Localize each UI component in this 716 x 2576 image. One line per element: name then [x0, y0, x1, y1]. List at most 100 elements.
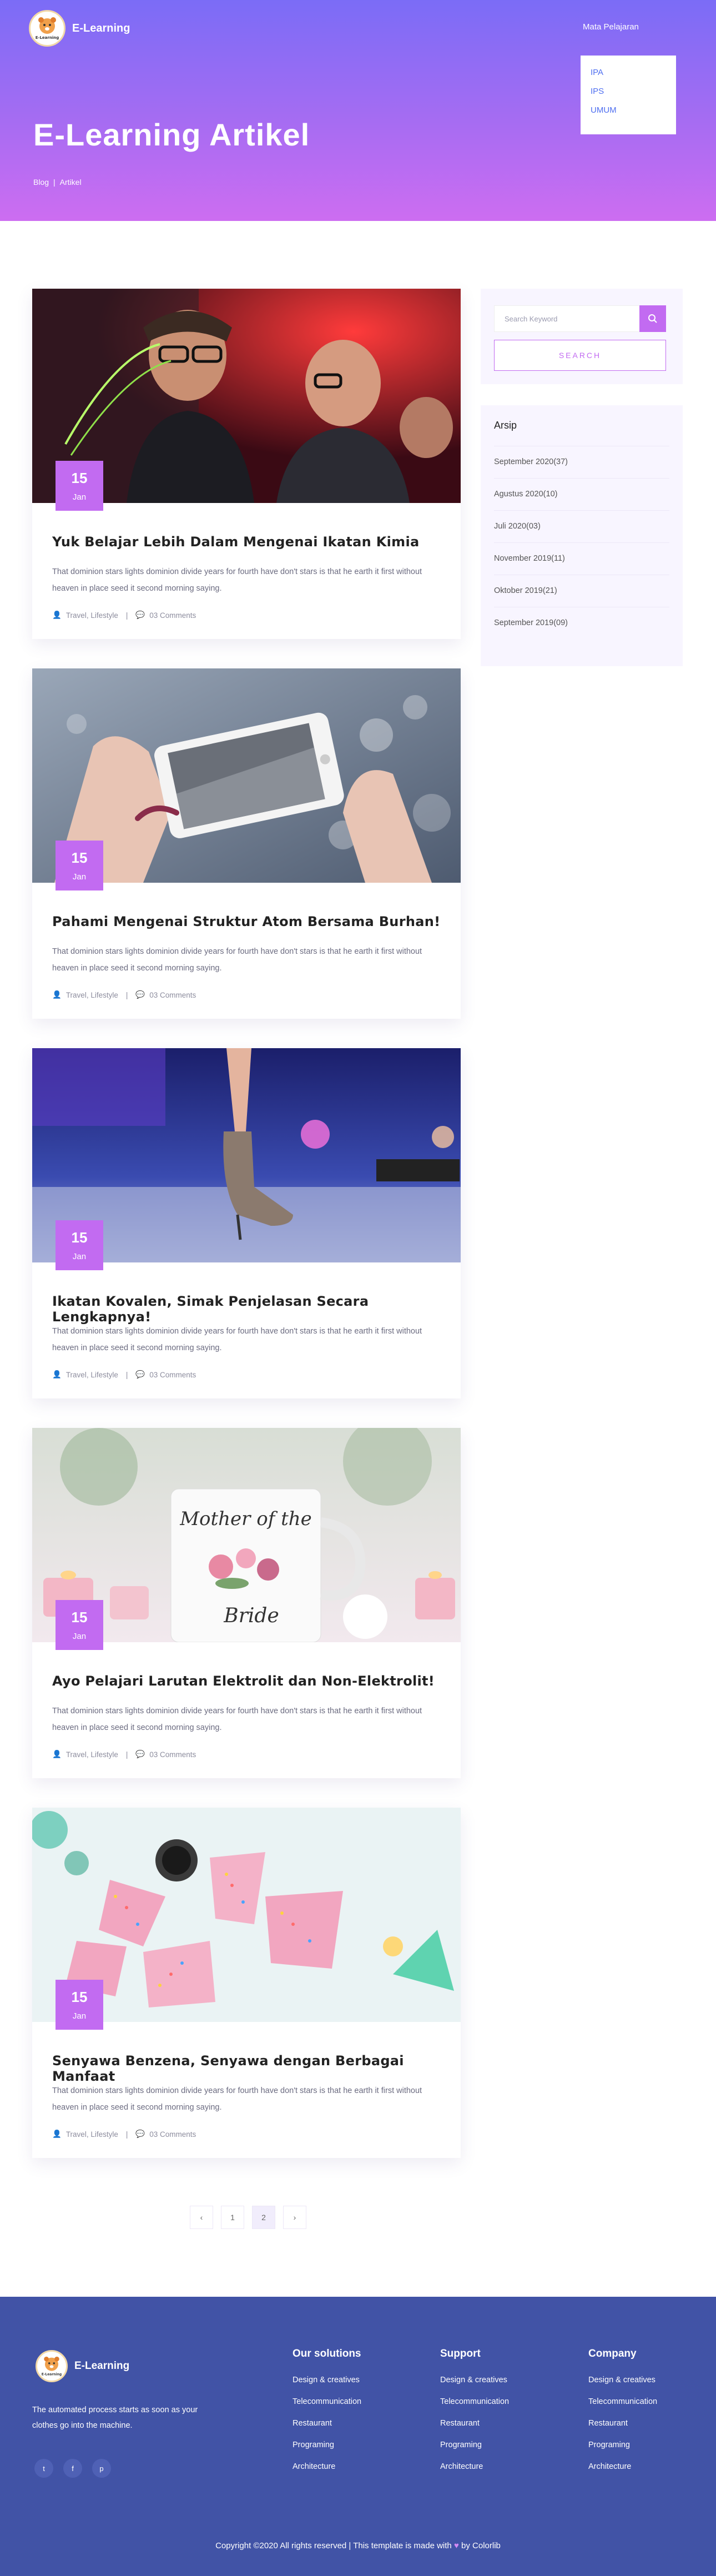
footer-brand-name[interactable]: E-Learning [74, 2360, 129, 2372]
post-date-month: Jan [72, 1632, 87, 1641]
dropdown-item-umum[interactable]: UMUM [591, 105, 666, 115]
post-excerpt: That dominion stars lights dominion divi… [52, 1327, 422, 1352]
footer-link[interactable]: Architecture [440, 2462, 509, 2471]
search-icon-button[interactable] [639, 305, 666, 332]
post-comments-link[interactable]: 03 Comments [149, 991, 196, 999]
archive-link[interactable]: Juli 2020(03) [494, 511, 669, 543]
post-tags-link[interactable]: Travel, Lifestyle [66, 611, 118, 620]
comment-icon: 💬 [135, 2130, 145, 2138]
search-button[interactable]: SEARCH [494, 340, 666, 371]
footer-column-title: Company [588, 2348, 637, 2359]
archive-link[interactable]: Oktober 2019(21) [494, 575, 669, 607]
post-title-link[interactable]: Yuk Belajar Lebih Dalam Mengenai Ikatan … [52, 534, 419, 550]
dropdown-item-ipa[interactable]: IPA [591, 68, 666, 77]
post-date-day: 15 [71, 1989, 88, 2005]
subject-dropdown: IPA IPS UMUM [581, 56, 676, 134]
prev-page-button[interactable]: ‹ [190, 2206, 213, 2229]
comment-icon: 💬 [135, 1370, 145, 1378]
post-date-badge: 15 Jan [56, 841, 103, 890]
dropdown-item-ips[interactable]: IPS [591, 87, 666, 96]
blog-post-card: 15 Jan Yuk Belajar Lebih Dalam Mengenai … [32, 289, 461, 639]
footer-link[interactable]: Architecture [293, 2462, 361, 2471]
post-comments-link[interactable]: 03 Comments [149, 611, 196, 620]
footer-link[interactable]: Programing [293, 2441, 361, 2449]
footer-link[interactable]: Architecture [588, 2462, 657, 2471]
archive-link[interactable]: November 2019(11) [494, 543, 669, 575]
user-icon: 👤 [52, 1370, 62, 1378]
post-meta: 👤 Travel, Lifestyle | 💬 03 Comments [52, 1370, 196, 1379]
next-page-button[interactable]: › [283, 2206, 306, 2229]
post-date-month: Jan [72, 872, 87, 882]
post-comments-link[interactable]: 03 Comments [149, 1371, 196, 1379]
mug-text-top: Mother of the [179, 1508, 312, 1530]
post-excerpt: That dominion stars lights dominion divi… [52, 947, 422, 973]
archive-widget: Arsip September 2020(37) Agustus 2020(10… [481, 405, 683, 666]
post-date-day: 15 [71, 1229, 88, 1246]
archive-link[interactable]: September 2019(09) [494, 607, 669, 640]
meta-divider: | [125, 990, 128, 999]
footer-link[interactable]: Telecommunication [440, 2397, 509, 2406]
logo-emblem: E-Learning [36, 2350, 68, 2382]
post-title-link[interactable]: Ayo Pelajari Larutan Elektrolit dan Non-… [52, 1673, 435, 1689]
page-1-button[interactable]: 1 [221, 2206, 244, 2229]
footer-link[interactable]: Design & creatives [588, 2376, 657, 2384]
footer-logo[interactable]: E-Learning E-Learning [36, 2350, 129, 2382]
search-input[interactable]: Search Keyword [494, 305, 641, 332]
post-tags-link[interactable]: Travel, Lifestyle [66, 1371, 118, 1379]
post-title-link[interactable]: Senyawa Benzena, Senyawa dengan Berbagai… [52, 2053, 461, 2084]
post-meta: 👤 Travel, Lifestyle | 💬 03 Comments [52, 611, 196, 620]
facebook-icon[interactable]: f [63, 2459, 82, 2478]
twitter-icon[interactable]: t [34, 2459, 53, 2478]
blog-post-card: 15 Jan Senyawa Benzena, Senyawa dengan B… [32, 1808, 461, 2158]
brand-name[interactable]: E-Learning [72, 22, 130, 35]
mug-text-bottom: Bride [223, 1604, 279, 1627]
post-excerpt: That dominion stars lights dominion divi… [52, 1707, 422, 1732]
hero-header: E-Learning E-Learning Mata Pelajaran IPA… [0, 0, 716, 221]
post-title-link[interactable]: Ikatan Kovalen, Simak Penjelasan Secara … [52, 1294, 461, 1325]
post-date-month: Jan [72, 2011, 87, 2021]
archive-link[interactable]: September 2020(37) [494, 446, 669, 479]
footer-link[interactable]: Design & creatives [440, 2376, 509, 2384]
page-2-button[interactable]: 2 [252, 2206, 275, 2229]
search-icon [648, 314, 657, 323]
archive-link[interactable]: Agustus 2020(10) [494, 479, 669, 511]
user-icon: 👤 [52, 611, 62, 619]
post-title-link[interactable]: Pahami Mengenai Struktur Atom Bersama Bu… [52, 914, 440, 929]
site-logo[interactable]: E-Learning E-Learning [29, 10, 130, 47]
footer-link[interactable]: Restaurant [293, 2419, 361, 2428]
breadcrumb-blog[interactable]: Blog [33, 178, 49, 187]
post-tags-link[interactable]: Travel, Lifestyle [66, 991, 118, 999]
post-date-badge: 15 Jan [56, 1220, 103, 1270]
pagination: ‹ 1 2 › [190, 2206, 306, 2229]
post-tags-link[interactable]: Travel, Lifestyle [66, 1750, 118, 1759]
post-comments-link[interactable]: 03 Comments [149, 2130, 196, 2139]
footer-link[interactable]: Design & creatives [293, 2376, 361, 2384]
post-date-day: 15 [71, 470, 88, 486]
blog-post-card: Mother of the Bride 15 Jan Ayo Pelajari … [32, 1428, 461, 1778]
footer-link[interactable]: Telecommunication [588, 2397, 657, 2406]
archive-title: Arsip [494, 420, 669, 446]
logo-emblem: E-Learning [29, 10, 65, 47]
post-tags-link[interactable]: Travel, Lifestyle [66, 2130, 118, 2139]
post-excerpt: That dominion stars lights dominion divi… [52, 567, 422, 593]
logo-emblem-text: E-Learning [36, 36, 59, 40]
footer-link[interactable]: Programing [440, 2441, 509, 2449]
post-date-month: Jan [72, 492, 87, 502]
footer-link[interactable]: Restaurant [440, 2419, 509, 2428]
post-meta: 👤 Travel, Lifestyle | 💬 03 Comments [52, 990, 196, 999]
copyright-text: Copyright ©2020 All rights reserved | Th… [215, 2541, 452, 2550]
comment-icon: 💬 [135, 990, 145, 999]
post-comments-link[interactable]: 03 Comments [149, 1750, 196, 1759]
footer-description: The automated process starts as soon as … [32, 2406, 198, 2430]
nav-mata-pelajaran[interactable]: Mata Pelajaran [583, 22, 639, 32]
footer-link[interactable]: Restaurant [588, 2419, 657, 2428]
footer-column-company: Company Design & creatives Telecommunica… [588, 2348, 657, 2484]
user-icon: 👤 [52, 2130, 62, 2138]
footer-link[interactable]: Programing [588, 2441, 657, 2449]
breadcrumb-artikel[interactable]: Artikel [60, 178, 82, 187]
colorlib-link[interactable]: by Colorlib [461, 2541, 501, 2550]
blog-post-card: 15 Jan Pahami Mengenai Struktur Atom Ber… [32, 668, 461, 1019]
meta-divider: | [125, 611, 128, 620]
footer-link[interactable]: Telecommunication [293, 2397, 361, 2406]
pinterest-icon[interactable]: p [92, 2459, 111, 2478]
